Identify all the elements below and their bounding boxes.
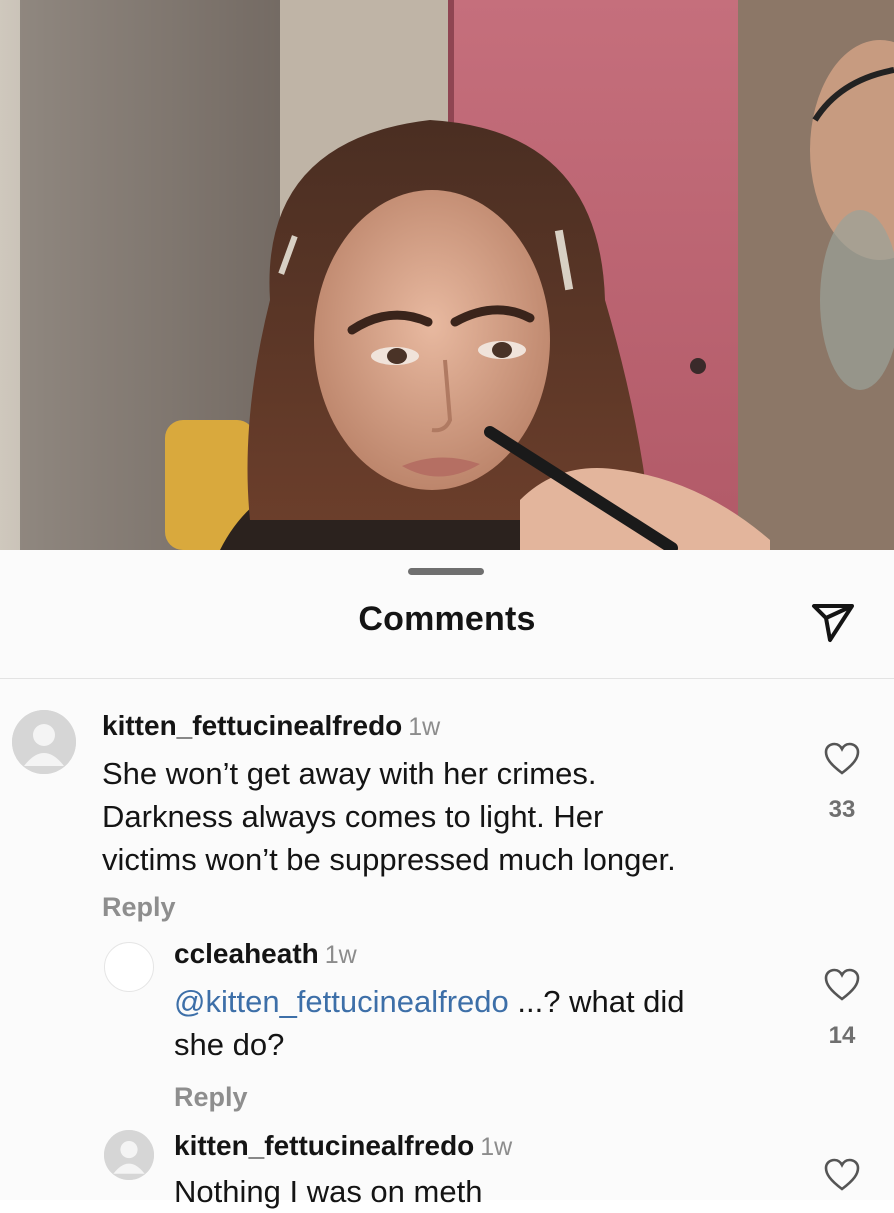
comment-username[interactable]: ccleaheath [174, 938, 319, 969]
sheet-title: Comments [358, 600, 536, 638]
comment-line: victims won’t be suppressed much longer. [102, 842, 676, 877]
avatar[interactable] [104, 1130, 154, 1180]
avatar[interactable] [104, 942, 154, 992]
default-avatar-icon [104, 1130, 154, 1180]
comment-text: Nothing I was on meth [174, 1174, 483, 1209]
comment-time: 1w [480, 1133, 513, 1161]
like-count: 14 [828, 1022, 856, 1049]
comment-meta: kitten_fettucinealfredo 1w [102, 710, 440, 742]
comment-line: @kitten_fettucinealfredo ...? what did [174, 980, 685, 1023]
comment-username[interactable]: kitten_fettucinealfredo [174, 1130, 474, 1161]
comment-text: She won’t get away with her crimes. Dark… [102, 752, 676, 881]
comments-sheet: Comments kitten_fettucinealfredo 1w She w… [0, 550, 894, 1209]
comment-text: @kitten_fettucinealfredo ...? what did s… [174, 980, 685, 1066]
reply-button[interactable]: Reply [174, 1082, 248, 1113]
comment-line: She won’t get away with her crimes. [102, 756, 597, 791]
comment-time: 1w [324, 941, 357, 969]
post-photo [0, 0, 894, 550]
send-icon[interactable] [806, 596, 858, 648]
default-avatar-icon [12, 710, 76, 774]
mention-link[interactable]: @kitten_fettucinealfredo [174, 984, 509, 1019]
like-count: 33 [828, 796, 856, 823]
heart-icon[interactable] [824, 1158, 860, 1192]
reply-button[interactable]: Reply [102, 892, 176, 923]
comment-time: 1w [408, 713, 441, 741]
comment-meta: ccleaheath 1w [174, 938, 357, 970]
drag-handle[interactable] [408, 568, 484, 575]
comment-line: she do? [174, 1027, 285, 1062]
heart-icon[interactable] [824, 968, 860, 1002]
comment-meta: kitten_fettucinealfredo 1w [174, 1130, 512, 1162]
header-divider [0, 678, 894, 679]
avatar[interactable] [12, 710, 76, 774]
comment-username[interactable]: kitten_fettucinealfredo [102, 710, 402, 741]
comment-line: Darkness always comes to light. Her [102, 799, 604, 834]
heart-icon[interactable] [824, 742, 860, 776]
comment-fragment: ...? what did [508, 984, 685, 1019]
portrait-photo [0, 0, 894, 550]
